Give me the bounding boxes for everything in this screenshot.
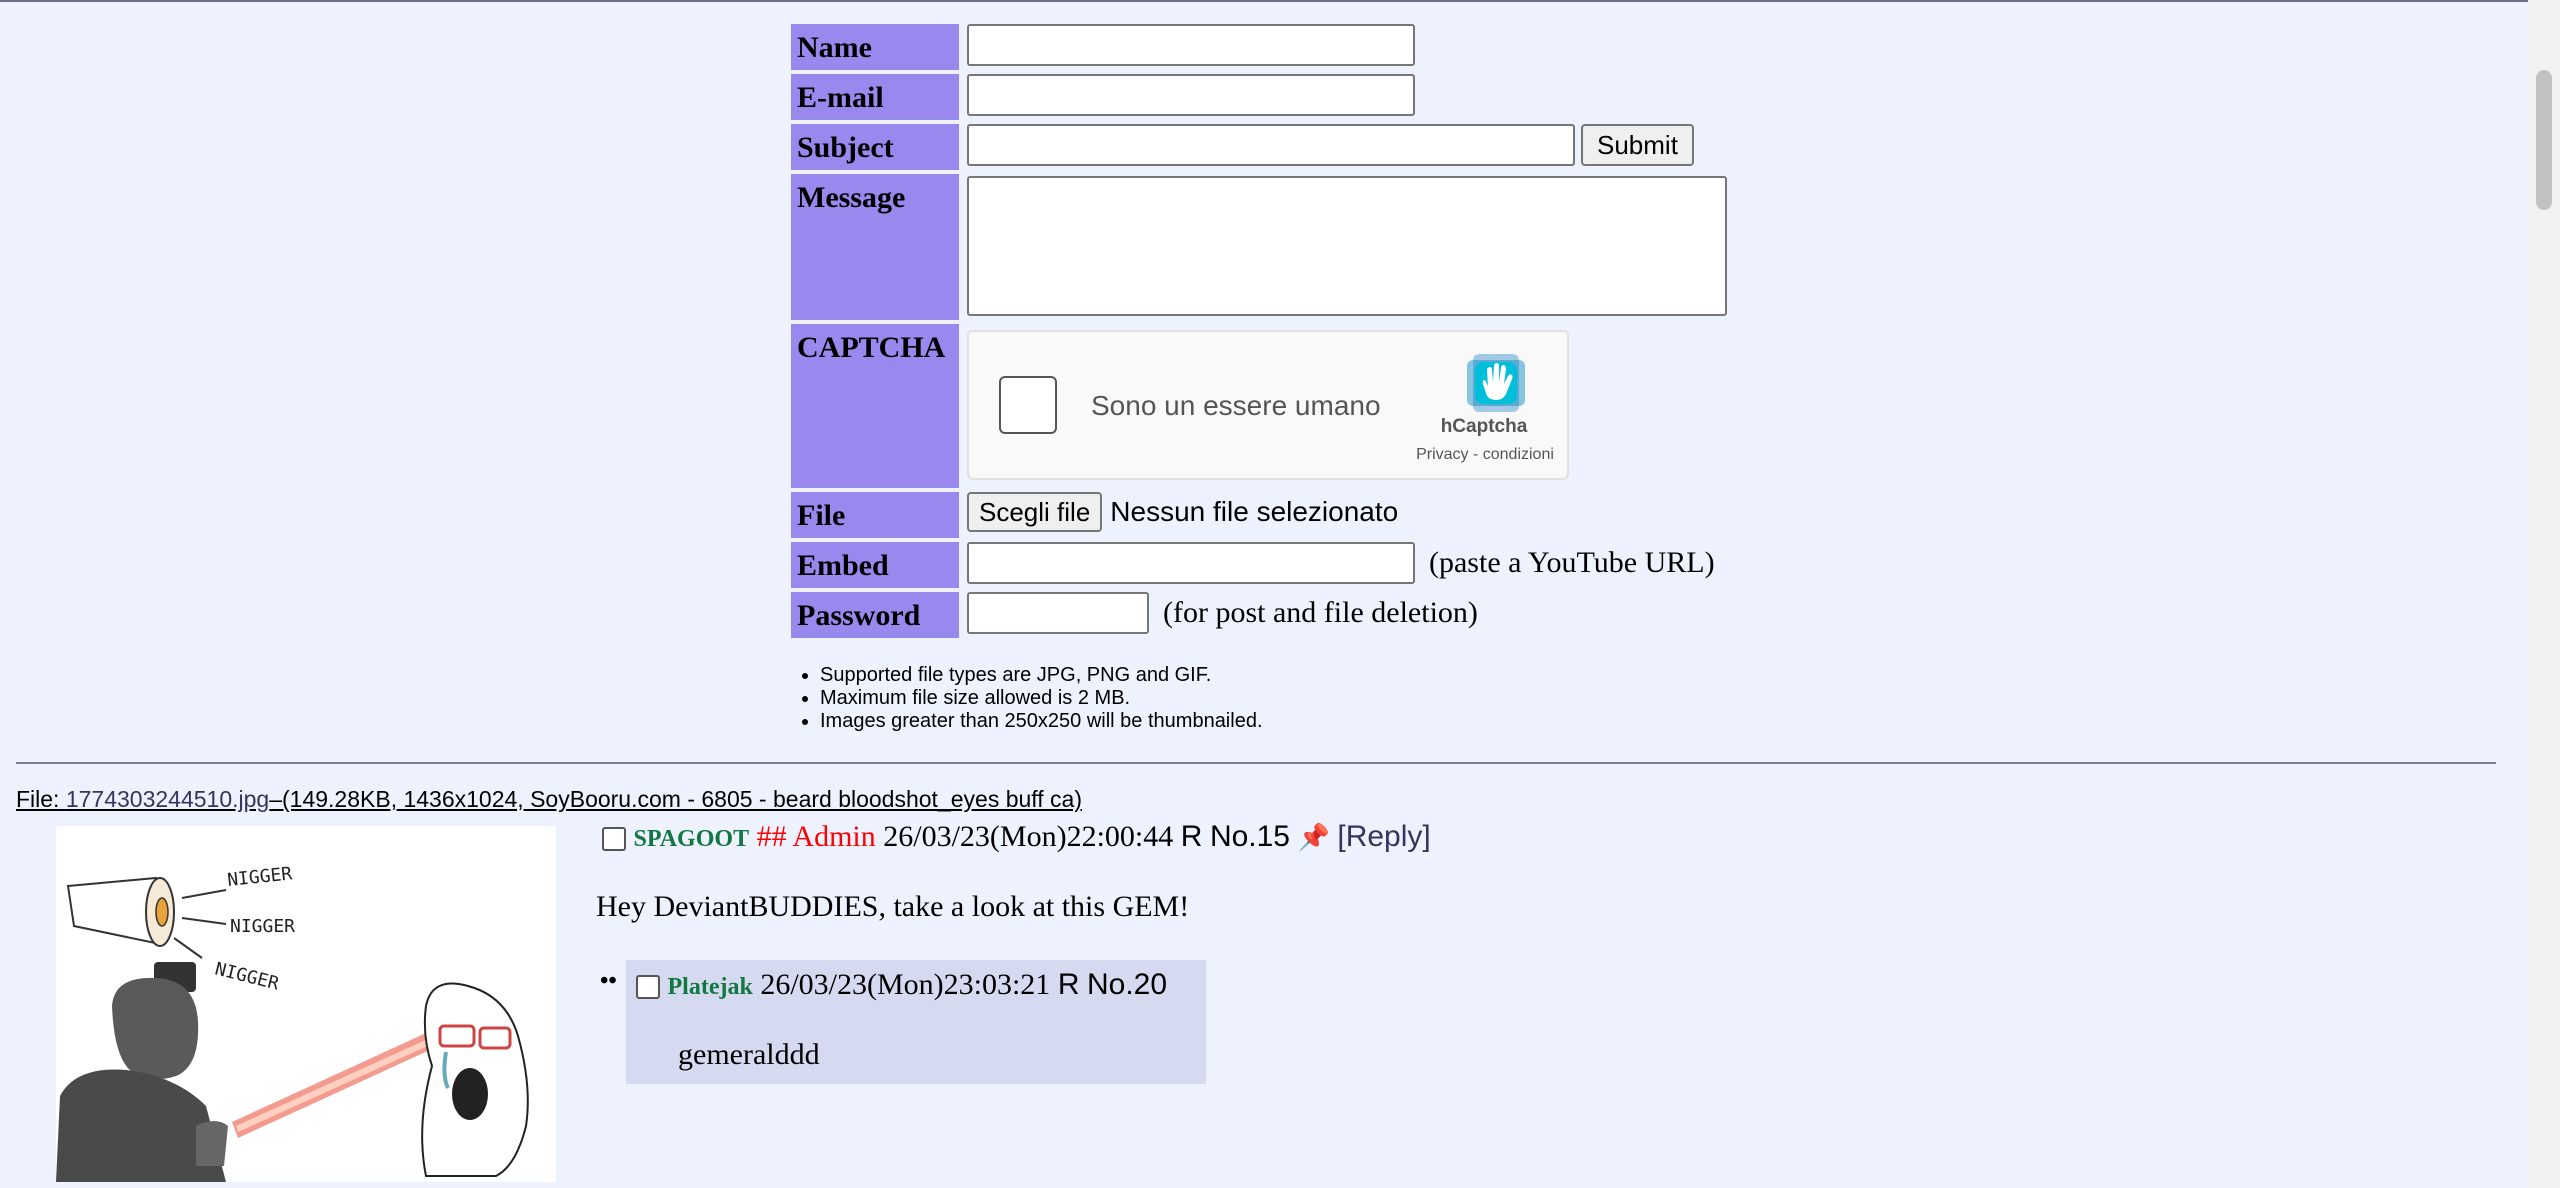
captcha-terms-link[interactable]: Privacy - condizioni [1395,446,1575,464]
subject-input[interactable] [967,124,1575,166]
post-number[interactable]: No.15 [1210,820,1290,853]
hcaptcha-logo-icon [1467,354,1525,412]
file-status: Nessun file selezionato [1110,496,1399,527]
rule-item: Images greater than 250x250 will be thum… [820,710,1263,733]
post-number[interactable]: No.20 [1087,968,1167,1001]
hcaptcha-widget: Sono un essere umano hCaptcha Privacy - … [967,330,1569,480]
admin-trip: ## Admin [756,820,876,853]
embed-hint: (paste a YouTube URL) [1429,546,1715,579]
password-input[interactable] [967,592,1149,634]
divider [16,762,2496,764]
file-label: File [791,492,959,538]
top-border [0,0,2560,2]
thumbnail-image: NIGGER NIGGER NIGGER [56,826,556,1182]
thumbnail-text: NIGGER [230,916,295,937]
captcha-label: CAPTCHA [791,324,959,488]
op-message: Hey DeviantBUDDIES, take a look at this … [596,890,1190,923]
reply-message: gemeralddd [678,1038,820,1071]
r-link[interactable]: R [1058,968,1080,1001]
post-thumbnail[interactable]: NIGGER NIGGER NIGGER [56,826,556,1182]
op-post-header: SPAGOOT ## Admin 26/03/23(Mon)22:00:44 R… [602,820,1431,854]
rule-item: Supported file types are JPG, PNG and GI… [820,664,1263,687]
poster-name: SPAGOOT [633,826,750,852]
file-prefix: File: [16,786,66,812]
reply-post: Platejak 26/03/23(Mon)23:03:21 R No.20 g… [626,960,1206,1084]
captcha-checkbox-label: Sono un essere umano [1091,390,1381,421]
message-textarea[interactable] [967,176,1727,316]
poster-name: Platejak [667,974,753,1000]
post-select-checkbox[interactable] [602,827,626,852]
subject-label: Subject [791,124,959,170]
post-select-checkbox[interactable] [636,975,660,1000]
captcha-brand: hCaptcha [1440,416,1528,437]
reply-header: Platejak 26/03/23(Mon)23:03:21 R No.20 [636,968,1167,1002]
reply-link[interactable]: [Reply] [1337,820,1430,853]
captcha-checkbox[interactable] [999,376,1057,434]
message-label: Message [791,174,959,320]
email-input[interactable] [967,74,1415,116]
scrollbar-thumb[interactable] [2536,70,2552,210]
pushpin-icon: 📌 [1297,823,1330,852]
file-link[interactable]: 1774303244510.jpg [66,786,269,812]
password-hint: (for post and file deletion) [1163,596,1478,629]
file-meta: –(149.28KB, 1436x1024, SoyBooru.com - 68… [269,786,1083,812]
r-link[interactable]: R [1181,820,1203,853]
choose-file-button[interactable]: Scegli file [967,492,1103,532]
submit-button[interactable]: Submit [1581,124,1694,166]
reply-marker: •• [600,968,617,994]
vertical-scrollbar[interactable] [2528,0,2560,1188]
password-label: Password [791,592,959,638]
post-form: Name E-mail Subject Submit Message CAPTC… [787,20,1731,642]
upload-rules: Supported file types are JPG, PNG and GI… [800,664,1263,733]
embed-label: Embed [791,542,959,588]
name-label: Name [791,24,959,70]
embed-input[interactable] [967,542,1415,584]
post-date: 26/03/23(Mon)23:03:21 [760,968,1051,1001]
post-date: 26/03/23(Mon)22:00:44 [883,820,1174,853]
file-info: File: 1774303244510.jpg–(149.28KB, 1436x… [16,786,1082,813]
name-input[interactable] [967,24,1415,66]
email-label: E-mail [791,74,959,120]
rule-item: Maximum file size allowed is 2 MB. [820,687,1263,710]
